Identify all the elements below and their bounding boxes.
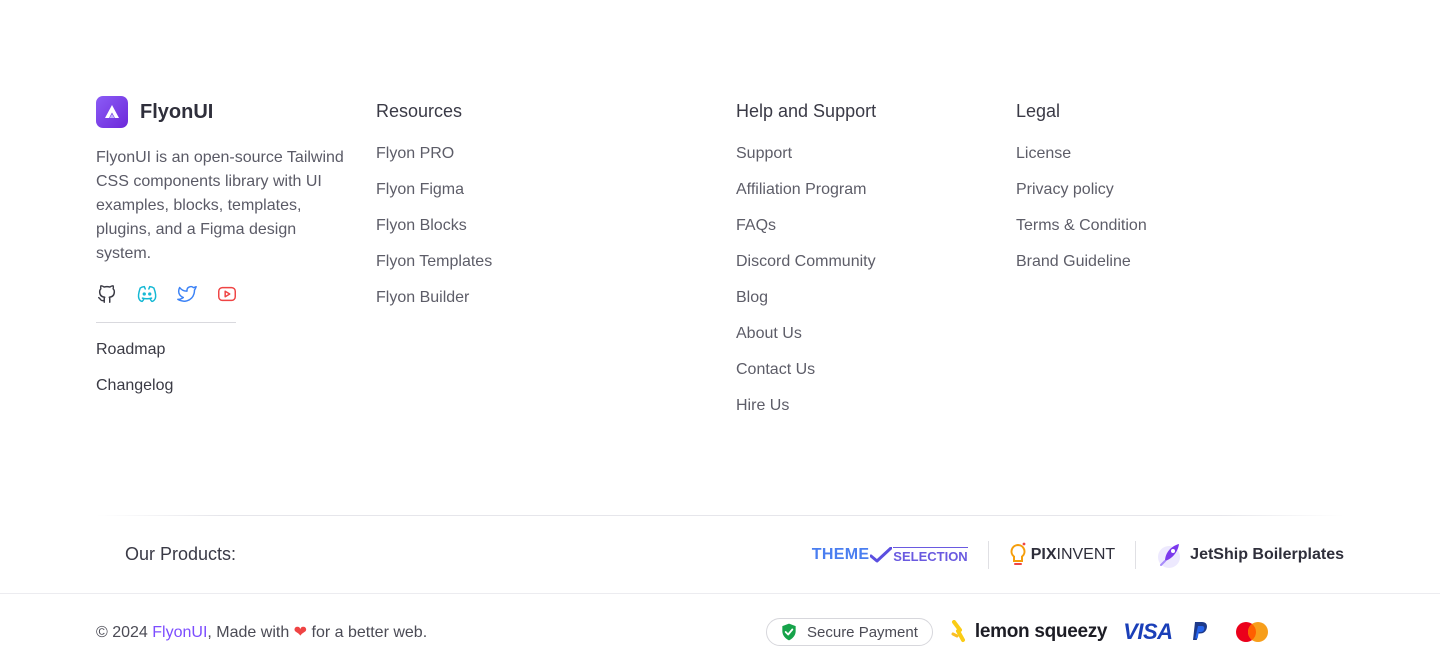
brand-description: FlyonUI is an open-source Tailwind CSS c… — [96, 149, 344, 262]
help-link[interactable]: Contact Us — [736, 360, 876, 380]
resources-link[interactable]: Flyon PRO — [376, 144, 492, 164]
discord-icon[interactable] — [136, 283, 158, 305]
secure-payment-badge: Secure Payment — [766, 618, 933, 646]
help-link[interactable]: Support — [736, 144, 876, 164]
themeselection-check-icon — [870, 547, 893, 563]
flyonui-link[interactable]: FlyonUI — [152, 624, 207, 641]
copyright: © 2024 FlyonUI, Made with ❤ for a better… — [96, 622, 427, 642]
help-link[interactable]: Discord Community — [736, 252, 876, 272]
flyonui-logo-icon — [96, 96, 128, 128]
brand-logo-link[interactable]: FlyonUI — [96, 96, 346, 128]
themeselection-text-b: SELECTION — [893, 546, 968, 564]
help-heading: Help and Support — [736, 101, 877, 121]
lemon-text: lemon squeezy — [974, 621, 1108, 642]
rocket-icon — [1156, 540, 1184, 570]
visa-logo: VISA — [1123, 619, 1173, 644]
changelog-link[interactable]: Changelog — [96, 377, 346, 395]
lemon-icon — [951, 620, 967, 644]
copyright-prefix: © 2024 — [96, 624, 153, 641]
resources-list: Flyon PRO Flyon Figma Flyon Blocks Flyon… — [376, 144, 492, 308]
lemonsqueezy-logo: lemon squeezy — [951, 620, 1108, 644]
resources-column: Resources Flyon PRO Flyon Figma Flyon Bl… — [376, 98, 492, 324]
brand-column: FlyonUI FlyonUI is an open-source Tailwi… — [96, 96, 346, 395]
legal-heading: Legal — [1016, 101, 1061, 121]
resources-link[interactable]: Flyon Figma — [376, 180, 492, 200]
social-links — [96, 282, 346, 306]
help-link[interactable]: Hire Us — [736, 396, 876, 416]
youtube-icon[interactable] — [216, 283, 238, 305]
resources-link[interactable]: Flyon Templates — [376, 252, 492, 272]
pixinvent-logo[interactable]: PIXINVENT — [1009, 538, 1115, 572]
paypal-icon — [1191, 621, 1209, 643]
secure-payment-label: Secure Payment — [807, 623, 918, 641]
bottom-divider — [0, 593, 1440, 594]
partner-separator — [987, 541, 989, 569]
github-icon[interactable] — [96, 283, 118, 305]
products-divider — [96, 515, 1344, 516]
jetship-logo[interactable]: JetShip Boilerplates — [1156, 538, 1344, 572]
copyright-mid: , Made with — [207, 624, 294, 641]
resources-link[interactable]: Flyon Builder — [376, 288, 492, 308]
brand-divider — [96, 322, 236, 323]
legal-link[interactable]: Terms & Condition — [1016, 216, 1147, 236]
resources-link[interactable]: Flyon Blocks — [376, 216, 492, 236]
help-link[interactable]: FAQs — [736, 216, 876, 236]
roadmap-link[interactable]: Roadmap — [96, 341, 346, 359]
copyright-suffix: for a better web. — [307, 624, 428, 641]
heart-icon: ❤ — [293, 624, 308, 641]
pixinvent-text-a: PIX — [1030, 546, 1057, 563]
payment-methods: Secure Payment lemon squeezy VISA — [766, 618, 1269, 646]
brand-links: Roadmap Changelog — [96, 341, 346, 395]
pixinvent-text-b: INVENT — [1056, 546, 1116, 563]
legal-column: Legal License Privacy policy Terms & Con… — [1016, 98, 1147, 288]
help-link[interactable]: Blog — [736, 288, 876, 308]
partner-separator — [1135, 541, 1137, 569]
help-link[interactable]: Affiliation Program — [736, 180, 876, 200]
help-link[interactable]: About Us — [736, 324, 876, 344]
help-column: Help and Support Support Affiliation Pro… — [736, 98, 876, 432]
mastercard-icon — [1235, 621, 1269, 643]
jetship-text: JetShip Boilerplates — [1190, 546, 1344, 563]
themeselection-text-a: THEME — [811, 546, 870, 563]
resources-heading: Resources — [376, 101, 463, 121]
twitter-icon[interactable] — [176, 283, 198, 305]
themeselection-logo[interactable]: THEME SELECTION — [812, 538, 968, 572]
legal-link[interactable]: Brand Guideline — [1016, 252, 1147, 272]
partner-logos: THEME SELECTION PIXINVENT JetShip Boiler… — [812, 538, 1344, 572]
brand-name: FlyonUI — [140, 100, 214, 123]
help-list: Support Affiliation Program FAQs Discord… — [736, 144, 876, 416]
legal-list: License Privacy policy Terms & Condition… — [1016, 144, 1147, 272]
bulb-icon — [1009, 542, 1027, 568]
shield-check-icon — [779, 622, 799, 642]
legal-link[interactable]: License — [1016, 144, 1147, 164]
our-products-label: Our Products: — [125, 544, 237, 564]
legal-link[interactable]: Privacy policy — [1016, 180, 1147, 200]
